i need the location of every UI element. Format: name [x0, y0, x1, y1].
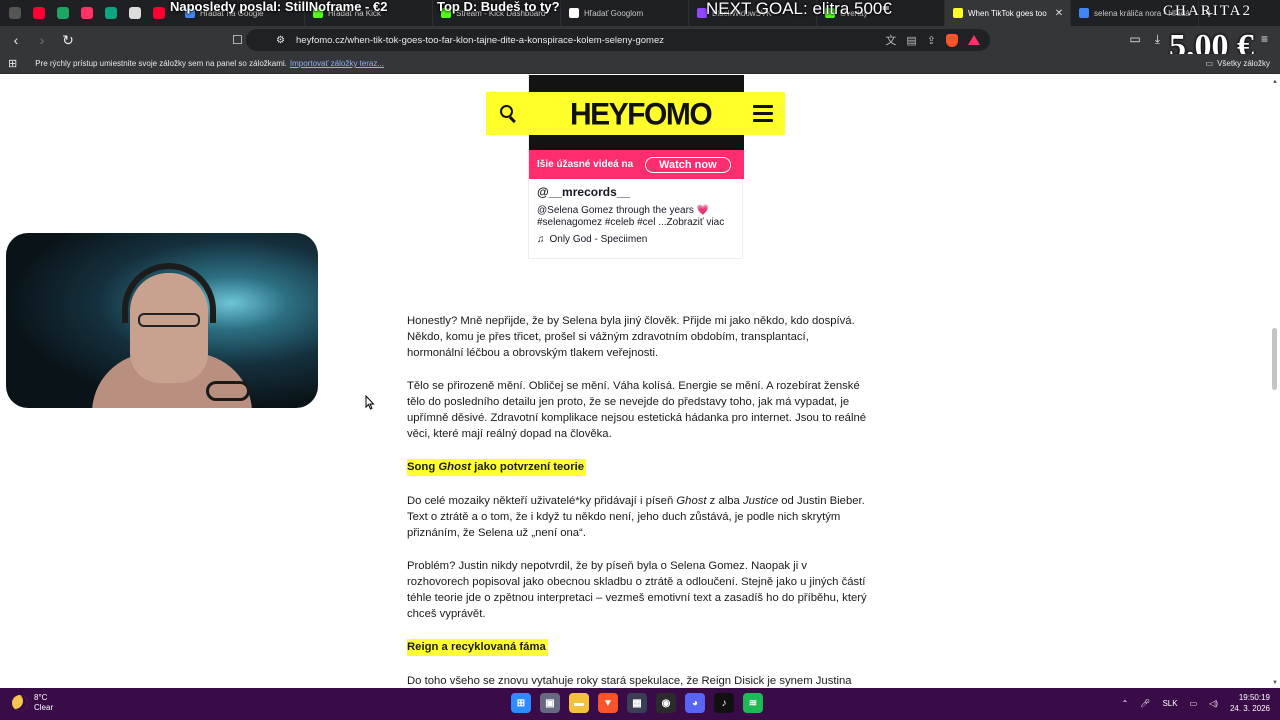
- weather-temp: 8°C: [34, 693, 48, 702]
- moon-icon: [12, 695, 28, 711]
- address-bar[interactable]: ☐ ⚙ heyfomo.cz/when-tik-tok-goes-too-far…: [232, 29, 990, 51]
- bookmark-icon[interactable]: ☐: [232, 33, 243, 47]
- youtube-icon[interactable]: [28, 3, 49, 23]
- spotify-icon[interactable]: ≋: [743, 693, 763, 713]
- article-paragraph: Tělo se přirozeně mění. Obličej se mění.…: [407, 380, 867, 440]
- browser-toolbar: ‹ › ↻ ☐ ⚙ heyfomo.cz/when-tik-tok-goes-t…: [0, 26, 1280, 54]
- task-view-icon[interactable]: ▣: [540, 693, 560, 713]
- all-bookmarks-button[interactable]: ▭ Všetky záložky: [1206, 59, 1270, 68]
- store-icon[interactable]: ▦: [627, 693, 647, 713]
- site-logo[interactable]: HEYFOMO: [570, 97, 713, 133]
- sidebar-icon[interactable]: ▭: [1129, 32, 1140, 47]
- apps-grid-icon[interactable]: ⊞: [8, 57, 17, 70]
- article-paragraph: Honestly? Mně nepřijde, že by Selena byl…: [407, 315, 855, 359]
- overlay-charity: CHARITA2: [1163, 3, 1252, 19]
- section-heading-reign: Reign a recyklovaná fáma: [407, 639, 548, 656]
- windows-taskbar: 8°C Clear ⊞ ▣ ▬ ▼ ▦ ◉ ◕ ♪ ≋ ⌃ 🎤︎ SLK ▭ ◁) 19:50:…: [0, 688, 1280, 720]
- windows-start-icon[interactable]: ⊞: [511, 693, 531, 713]
- tiktok-caption: @Selena Gomez through the years 💗 #selen…: [537, 205, 737, 229]
- overlay-top-donor: Top D: Budeš to ty?: [437, 0, 560, 14]
- browser-tab[interactable]: Hľadať Googlom: [561, 0, 689, 26]
- hamburger-menu-icon[interactable]: [753, 105, 773, 122]
- close-tab-icon[interactable]: ✕: [1055, 8, 1063, 19]
- clock-time: 19:50:19: [1238, 693, 1270, 702]
- article-paragraph: Do toho všeho se znovu vytahuje roky sta…: [407, 675, 852, 687]
- anchor-icon[interactable]: [124, 3, 145, 23]
- all-bookmarks-label: Všetky záložky: [1217, 59, 1270, 68]
- chatgpt-icon[interactable]: [100, 3, 121, 23]
- webcam-overlay: [6, 233, 318, 408]
- overlay-last-sent: Naposledy poslal: StillNoframe - €2: [170, 0, 388, 14]
- section-heading-ghost: Song Ghost jako potvrzení teorie: [407, 459, 587, 476]
- microphone-icon[interactable]: 🎤︎: [1140, 699, 1150, 708]
- forward-button[interactable]: ›: [32, 30, 52, 50]
- article-paragraph: Do celé mozaiky někteří uživatelé*ky při…: [407, 495, 865, 539]
- overlay-next-goal: NEXT GOAL: elitra 500€: [706, 0, 892, 18]
- pinned-tabs: [0, 3, 169, 23]
- browser-tab[interactable]: When TikTok goes too ✕: [945, 0, 1071, 26]
- page-scrollbar[interactable]: [1272, 328, 1277, 390]
- clock-date: 24. 3. 2026: [1229, 704, 1270, 713]
- system-tray: ⌃ 🎤︎ SLK ▭ ◁) 19:50:19 24. 3. 2026: [1122, 692, 1270, 714]
- watch-now-button[interactable]: Watch now: [645, 156, 731, 173]
- youtube-icon[interactable]: [148, 3, 169, 23]
- weather-condition: Clear: [34, 703, 54, 712]
- keyboard-language[interactable]: SLK: [1162, 699, 1177, 708]
- scroll-down-arrow[interactable]: ▼: [1272, 680, 1278, 686]
- article-paragraph: Problém? Justin nikdy nepotvrdil, že by …: [407, 560, 867, 620]
- share-icon[interactable]: ⇪: [927, 34, 936, 47]
- scroll-up-arrow[interactable]: ▲: [1272, 79, 1278, 85]
- obs-icon[interactable]: ◉: [656, 693, 676, 713]
- tab-label: Hľadať Googlom: [584, 8, 644, 18]
- bookmarks-bar: ⊞ Pre rýchly prístup umiestnite svoje zá…: [0, 54, 1280, 74]
- taskbar-apps: ⊞ ▣ ▬ ▼ ▦ ◉ ◕ ♪ ≋: [511, 693, 763, 713]
- folder-icon: ▭: [1205, 59, 1214, 68]
- discord-icon[interactable]: ◕: [685, 693, 705, 713]
- brave-icon[interactable]: [4, 3, 25, 23]
- search-icon[interactable]: [500, 104, 518, 123]
- music-note-icon: ♫: [537, 234, 545, 245]
- app-icon[interactable]: [76, 3, 97, 23]
- back-button[interactable]: ‹: [6, 30, 26, 50]
- tab-label: When TikTok goes too: [968, 8, 1047, 18]
- downloads-icon[interactable]: ⤓: [1155, 32, 1160, 47]
- brave-browser-icon[interactable]: ▼: [598, 693, 618, 713]
- brave-shields-icon[interactable]: [946, 33, 958, 47]
- reload-button[interactable]: ↻: [58, 30, 78, 50]
- translate-icon[interactable]: 文: [885, 32, 896, 48]
- network-icon[interactable]: ▭: [1190, 699, 1198, 708]
- article-body: Honestly? Mně nepřijde, že by Selena byl…: [407, 313, 867, 688]
- brave-rewards-icon[interactable]: [968, 35, 980, 45]
- chevron-up-icon[interactable]: ⌃: [1122, 699, 1129, 708]
- weather-widget[interactable]: 8°C Clear: [12, 693, 53, 713]
- volume-icon[interactable]: ◁): [1209, 699, 1218, 708]
- bookmarks-hint: Pre rýchly prístup umiestnite svoje zálo…: [35, 59, 287, 68]
- tab-favicon-icon: [953, 8, 963, 18]
- import-bookmarks-link[interactable]: Importovať záložky teraz...: [290, 59, 384, 68]
- reader-mode-icon[interactable]: ▤: [906, 34, 916, 47]
- tiktok-music-title: Only God - Speciimen: [549, 234, 648, 245]
- tiktok-username[interactable]: @__mrecords__: [537, 185, 630, 199]
- url-text[interactable]: heyfomo.cz/when-tik-tok-goes-too-far-klo…: [296, 35, 664, 46]
- menu-icon[interactable]: ≡: [1261, 32, 1268, 46]
- tab-favicon-icon: [1079, 8, 1089, 18]
- site-info-icon[interactable]: ⚙: [276, 35, 288, 46]
- tiktok-promo-text: Išie úžasné videá na: [537, 159, 634, 170]
- drive-icon[interactable]: [52, 3, 73, 23]
- tiktok-promo-band: Išie úžasné videá na Watch now: [529, 150, 744, 179]
- site-header: HEYFOMO: [486, 92, 785, 135]
- see-more-link[interactable]: Zobraziť viac: [667, 217, 725, 228]
- clock[interactable]: 19:50:19 24. 3. 2026: [1230, 692, 1270, 714]
- file-explorer-icon[interactable]: ▬: [569, 693, 589, 713]
- tiktok-music[interactable]: ♫ Only God - Speciimen: [537, 234, 647, 245]
- tiktok-icon[interactable]: ♪: [714, 693, 734, 713]
- tab-favicon-icon: [569, 8, 579, 18]
